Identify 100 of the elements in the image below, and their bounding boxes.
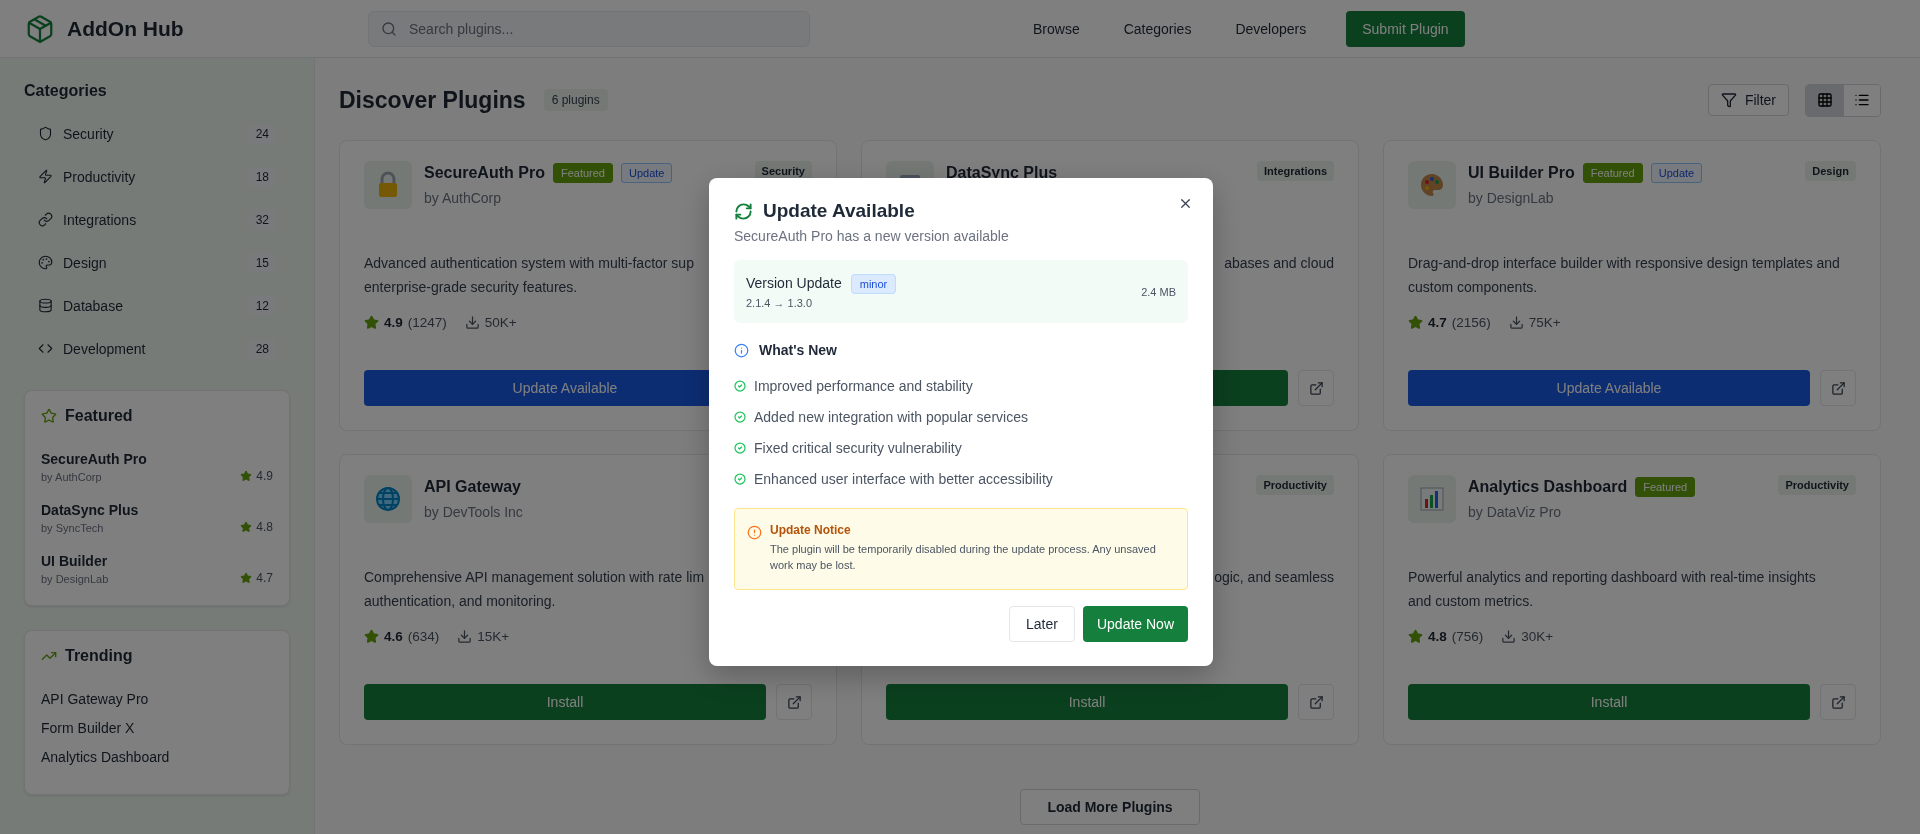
plugin-description: Comprehensive API management solution with rate lim authentication, and monitoring. — [364, 568, 705, 611]
trending-item[interactable]: Form Builder X — [41, 720, 273, 736]
database-icon — [38, 298, 53, 313]
featured-badge: Featured — [1582, 163, 1643, 183]
download-icon — [1501, 628, 1517, 644]
star-icon — [1408, 314, 1423, 330]
grid-view-button[interactable] — [1806, 84, 1843, 116]
featured-badge: Featured — [552, 163, 613, 183]
category-item[interactable]: Development 28 — [24, 327, 290, 370]
external-link-button[interactable] — [1298, 370, 1334, 406]
search-input[interactable]: Search plugins... — [407, 19, 797, 38]
featured-plugin-name[interactable]: SecureAuth Pro — [41, 451, 147, 467]
download-icon — [464, 314, 480, 330]
plugin-name: Analytics Dashboard — [1468, 478, 1628, 496]
update-button[interactable]: Update Available — [1408, 370, 1810, 406]
later-button[interactable]: Later — [1009, 606, 1075, 642]
trending-title: Trending — [65, 647, 133, 665]
update-badge: Update — [620, 163, 673, 183]
featured-plugin-name[interactable]: UI Builder — [41, 553, 109, 569]
check-circle-icon — [734, 410, 746, 423]
external-link-icon — [1308, 380, 1324, 396]
download-count: 50K+ — [484, 314, 517, 330]
load-more-button[interactable]: Load More Plugins — [1020, 789, 1200, 825]
external-link-icon — [1308, 694, 1324, 710]
plugin-description: abases and cloud — [1224, 254, 1334, 273]
nav-link[interactable]: Categories — [1115, 12, 1200, 45]
check-circle-icon — [734, 441, 746, 454]
star-icon — [364, 628, 379, 644]
external-link-button[interactable] — [1820, 370, 1856, 406]
nav-link[interactable]: Browse — [1025, 12, 1088, 45]
plugin-author: by DataViz Pro — [1468, 504, 1562, 520]
update-now-button[interactable]: Update Now — [1082, 606, 1188, 642]
external-link-icon — [786, 694, 802, 710]
star-icon — [41, 408, 57, 424]
version-change: 2.1.4 → 1.3.0 — [746, 297, 814, 309]
plugin-name: DataSync Plus — [946, 164, 1058, 182]
featured-plugin-author: by SyncTech — [41, 522, 105, 534]
external-link-icon — [1830, 380, 1846, 396]
featured-plugin-author: by DesignLab — [41, 573, 109, 585]
star-icon — [240, 572, 253, 584]
plugin-count: 6 plugins — [543, 89, 608, 111]
rating-value: 4.7 — [1428, 314, 1447, 330]
list-view-button[interactable] — [1843, 84, 1880, 116]
star-icon — [240, 470, 253, 482]
rating-value: 4.9 — [256, 469, 273, 483]
notice-title: Update Notice — [770, 523, 852, 537]
filter-icon — [1720, 92, 1737, 108]
palette-icon — [38, 255, 53, 270]
download-icon — [1508, 314, 1524, 330]
version-label: Version Update — [746, 275, 842, 291]
info-icon — [734, 342, 749, 358]
search-field[interactable]: Search plugins... — [368, 10, 810, 47]
shield-icon — [38, 126, 53, 141]
category-tag: Design — [1805, 161, 1856, 181]
trending-item[interactable]: API Gateway Pro — [41, 691, 273, 707]
category-item[interactable]: Design 15 — [24, 241, 290, 284]
sidebar-title: Categories — [24, 82, 108, 100]
rating-value: 4.8 — [256, 520, 273, 534]
external-link-button[interactable] — [1820, 684, 1856, 720]
check-circle-icon — [734, 379, 746, 392]
featured-plugin-name[interactable]: DataSync Plus — [41, 502, 139, 518]
star-icon — [364, 314, 379, 330]
lightning-icon — [38, 169, 53, 184]
change-item: Added new integration with popular services — [754, 408, 1028, 425]
external-link-icon — [1830, 694, 1846, 710]
star-icon — [240, 521, 253, 533]
external-link-button[interactable] — [1298, 684, 1334, 720]
change-item: Enhanced user interface with better accessibility — [754, 470, 1053, 487]
rating-value: 4.8 — [1428, 628, 1447, 644]
notice-text: The plugin will be temporarily disabled during the update process. Any unsaved work may be lost. — [770, 542, 1157, 573]
review-count: (2156) — [1451, 314, 1491, 330]
plugin-description: Powerful analytics and reporting dashboard with real-time insights and custom metrics. — [1408, 568, 1816, 611]
grid-icon — [1816, 92, 1833, 108]
search-icon — [381, 20, 397, 37]
filter-button[interactable]: Filter — [1707, 84, 1789, 116]
install-button[interactable]: Install — [364, 684, 766, 720]
dialog-subtitle: SecureAuth Pro has a new version available — [734, 228, 1010, 244]
trending-item[interactable]: Analytics Dashboard — [41, 749, 273, 765]
download-count: 15K+ — [477, 628, 510, 644]
palette-icon — [1418, 171, 1446, 199]
featured-title: Featured — [65, 407, 133, 425]
category-item[interactable]: Security 24 — [24, 112, 290, 155]
install-button[interactable]: Install — [886, 684, 1288, 720]
category-item[interactable]: Productivity 18 — [24, 155, 290, 198]
box-logo-icon — [25, 13, 55, 44]
alert-icon — [747, 525, 762, 540]
category-item[interactable]: Database 12 — [24, 284, 290, 327]
plugin-author: by DesignLab — [1468, 190, 1554, 206]
external-link-button[interactable] — [776, 684, 812, 720]
submit-plugin-button[interactable]: Submit Plugin — [1346, 10, 1465, 47]
plugin-name: API Gateway — [424, 478, 521, 496]
featured-plugin-author: by AuthCorp — [41, 471, 103, 483]
rating-value: 4.9 — [384, 314, 403, 330]
review-count: (634) — [407, 628, 440, 644]
plugin-description: ogic, and seamless — [1214, 568, 1334, 587]
dialog-title: Update Available — [763, 200, 915, 222]
install-button[interactable]: Install — [1408, 684, 1810, 720]
category-item[interactable]: Integrations 32 — [24, 198, 290, 241]
plugin-name: UI Builder Pro — [1468, 164, 1575, 182]
nav-link[interactable]: Developers — [1227, 12, 1315, 45]
